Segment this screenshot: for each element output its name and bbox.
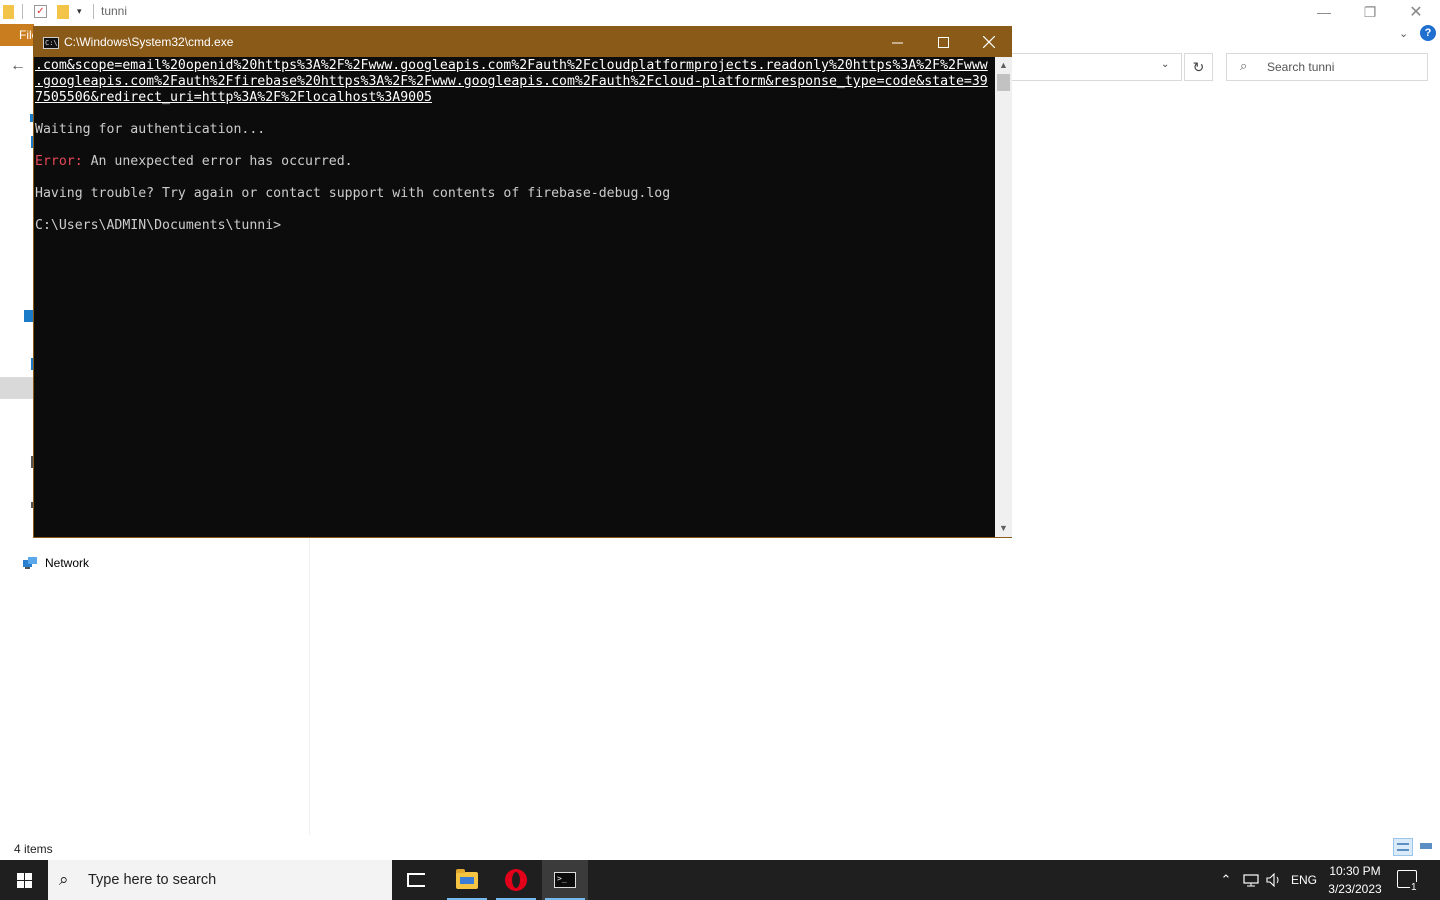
properties-icon[interactable]: ✓	[34, 5, 47, 18]
taskbar-opera[interactable]	[493, 860, 539, 900]
volume-icon[interactable]	[1264, 860, 1284, 900]
folder-icon	[3, 5, 14, 19]
address-bar[interactable]	[1012, 53, 1182, 81]
taskbar-command-prompt[interactable]: >_	[542, 860, 588, 900]
auth-url-line[interactable]: .googleapis.com%2Fauth%2Ffirebase%20http…	[35, 74, 988, 89]
titlebar-separator	[93, 4, 94, 19]
taskbar: ⌕ Type here to search >_ ⌃ ENG 10:30 PM …	[0, 860, 1440, 900]
explorer-close-button[interactable]: ✕	[1393, 0, 1439, 24]
cmd-vertical-scrollbar[interactable]: ▲ ▼	[995, 57, 1012, 537]
nav-network-label: Network	[45, 556, 90, 570]
explorer-minimize-button[interactable]: —	[1301, 0, 1347, 24]
console-text: .com&scope=email%20openid%20https%3A%2F%…	[35, 58, 988, 234]
refresh-icon: ↻	[1192, 58, 1205, 75]
new-folder-icon[interactable]	[57, 5, 69, 19]
large-icons-view-icon	[1420, 843, 1432, 851]
maximize-icon	[937, 36, 949, 48]
titlebar-separator	[22, 4, 23, 19]
customize-quick-access-chevron-icon[interactable]: ▾	[77, 6, 82, 22]
taskbar-clock[interactable]: 10:30 PM 3/23/2023	[1321, 862, 1389, 898]
explorer-restore-button[interactable]: ❐	[1347, 0, 1393, 24]
help-icon[interactable]: ?	[1420, 25, 1436, 41]
close-icon	[983, 36, 995, 48]
ribbon-file-tab[interactable]: File	[0, 24, 34, 46]
cmd-maximize-button[interactable]	[920, 27, 966, 57]
cmd-app-icon: C:\	[43, 37, 59, 49]
error-message: An unexpected error has occurred.	[82, 154, 353, 169]
details-view-icon	[1397, 843, 1409, 851]
trouble-message: Having trouble? Try again or contact sup…	[35, 186, 671, 201]
auth-url-line[interactable]: .com&scope=email%20openid%20https%3A%2F%…	[35, 58, 988, 73]
network-status-icon[interactable]	[1240, 860, 1262, 900]
item-count-status: 4 items	[14, 842, 53, 856]
taskbar-search-placeholder: Type here to search	[88, 872, 217, 888]
opera-browser-icon	[505, 869, 527, 891]
large-icons-view-button[interactable]	[1416, 838, 1436, 856]
file-explorer-icon	[456, 868, 478, 889]
nav-item-network[interactable]: Network	[22, 556, 89, 570]
cmd-close-button[interactable]	[966, 27, 1012, 57]
task-view-icon	[407, 873, 425, 887]
details-view-button[interactable]	[1393, 838, 1413, 856]
taskbar-search-box[interactable]: ⌕ Type here to search	[48, 860, 392, 900]
cmd-minimize-button[interactable]	[874, 27, 920, 57]
network-icon	[22, 556, 38, 570]
search-icon: ⌕	[59, 870, 69, 889]
cmd-console-output[interactable]: .com&scope=email%20openid%20https%3A%2F%…	[34, 57, 995, 537]
expand-ribbon-chevron-icon[interactable]: ⌄	[1399, 27, 1408, 40]
auth-url-line[interactable]: 7505506&redirect_uri=http%3A%2F%2Flocalh…	[35, 90, 432, 105]
explorer-titlebar: ✓ ▾ tunni — ❐ ✕	[0, 0, 1440, 24]
explorer-title: tunni	[101, 4, 128, 18]
nav-selected-item[interactable]	[0, 377, 34, 399]
start-button[interactable]	[0, 860, 48, 900]
view-toggle	[1393, 838, 1436, 856]
command-prompt-icon: >_	[554, 872, 576, 888]
show-hidden-icons-chevron-icon[interactable]: ⌃	[1216, 860, 1236, 900]
refresh-button[interactable]: ↻	[1184, 53, 1213, 81]
command-prompt: C:\Users\ADMIN\Documents\tunni>	[35, 218, 282, 233]
cmd-titlebar[interactable]: C:\ C:\Windows\System32\cmd.exe	[34, 27, 1012, 57]
task-view-button[interactable]	[393, 860, 439, 900]
clock-date: 3/23/2023	[1328, 882, 1382, 896]
scroll-down-arrow-icon[interactable]: ▼	[995, 520, 1012, 537]
error-label: Error:	[35, 154, 83, 169]
minimize-icon	[891, 42, 903, 43]
notification-count-badge: 1	[1410, 882, 1418, 893]
address-history-chevron-icon[interactable]: ⌄	[1161, 59, 1169, 70]
command-prompt-window[interactable]: C:\ C:\Windows\System32\cmd.exe .com&sco…	[33, 26, 1012, 538]
cmd-title: C:\Windows\System32\cmd.exe	[64, 35, 234, 49]
waiting-message: Waiting for authentication...	[35, 122, 266, 137]
clock-time: 10:30 PM	[1329, 864, 1381, 878]
taskbar-file-explorer[interactable]	[444, 860, 490, 900]
explorer-search-input[interactable]: Search tunni	[1226, 53, 1428, 81]
windows-logo-icon	[16, 872, 32, 888]
back-arrow-icon[interactable]: ←	[10, 57, 26, 75]
scrollbar-thumb[interactable]	[997, 74, 1010, 91]
input-language-indicator[interactable]: ENG	[1288, 860, 1320, 900]
scroll-up-arrow-icon[interactable]: ▲	[995, 57, 1012, 74]
